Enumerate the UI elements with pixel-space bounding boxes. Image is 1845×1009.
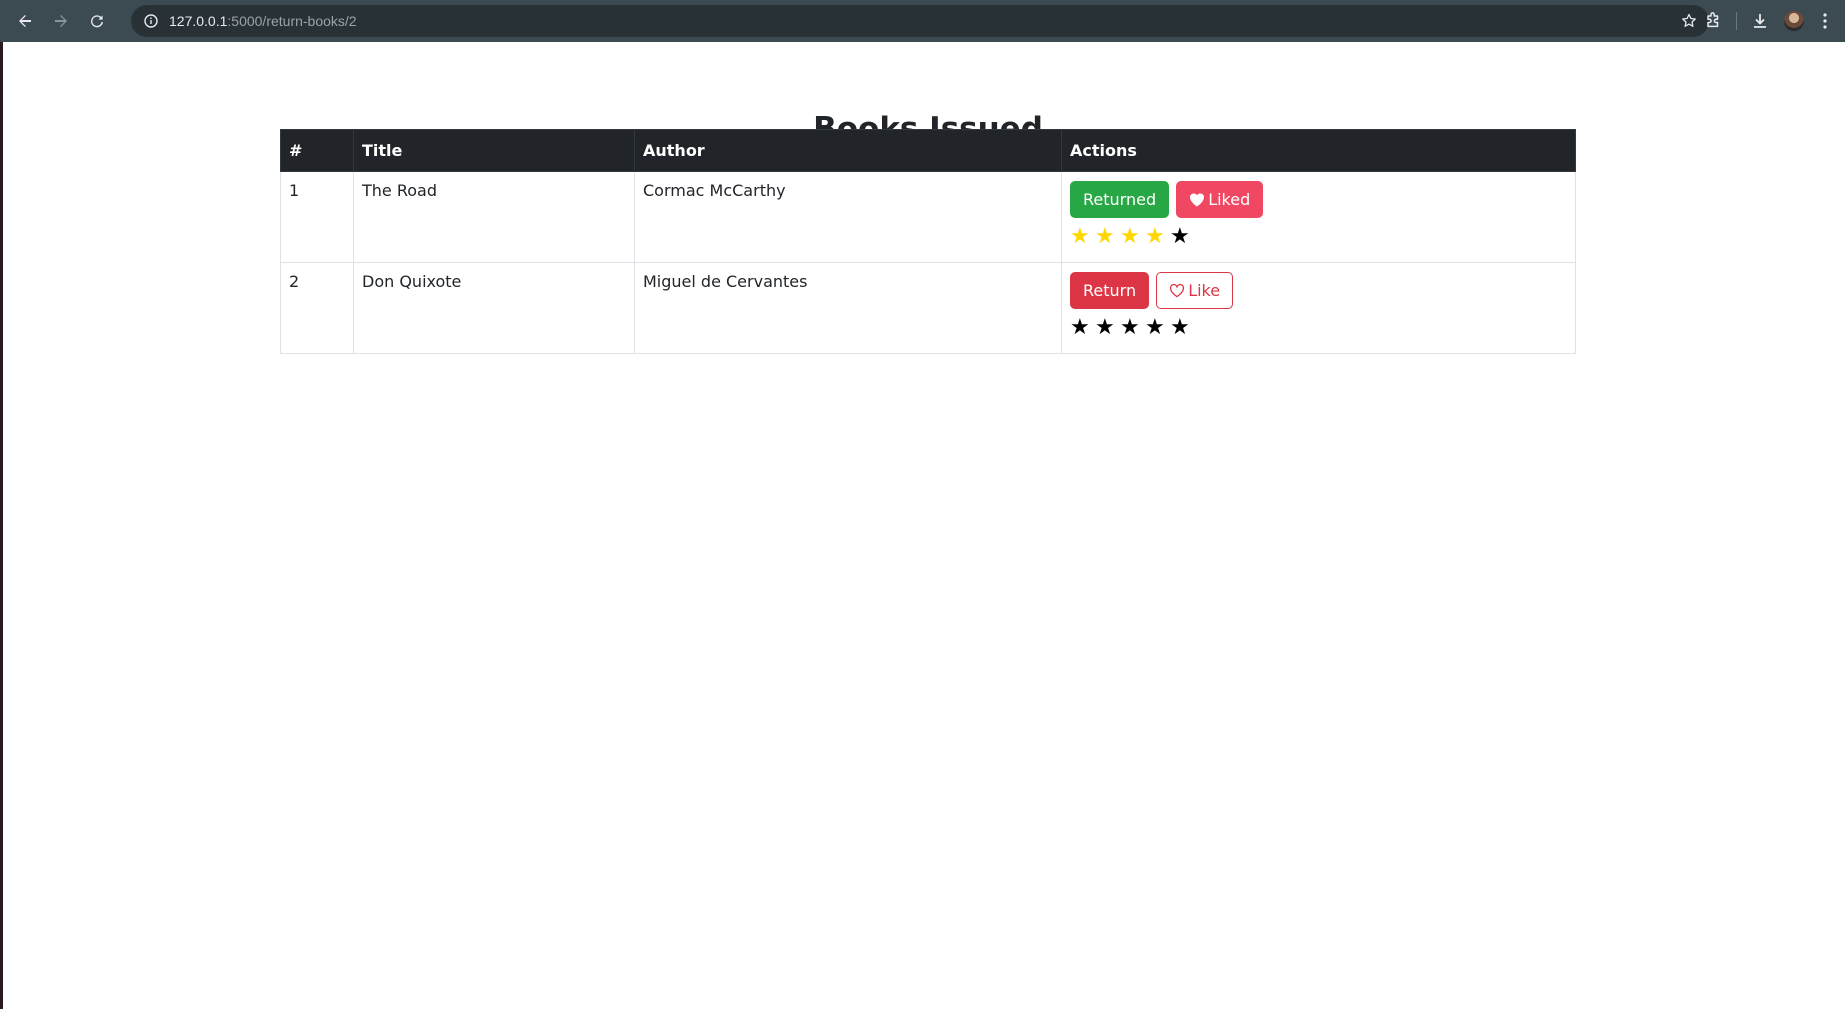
profile-avatar[interactable] (1777, 4, 1811, 38)
toolbar-divider (1736, 12, 1737, 30)
liked-button-label: Liked (1208, 190, 1251, 209)
header-number: # (280, 129, 354, 172)
heart-filled-icon (1189, 192, 1205, 207)
avatar-image (1784, 11, 1804, 31)
star-empty-icon[interactable]: ★ (1170, 224, 1195, 250)
star-empty-icon[interactable]: ★ (1145, 315, 1170, 341)
toolbar-right (1696, 0, 1845, 42)
book-title: Don Quixote (353, 262, 635, 354)
table-body: 1 The Road Cormac McCarthy Returned Like… (280, 171, 1576, 354)
star-rating: ★ ★ ★ ★ ★ (1070, 315, 1567, 341)
table-row: 1 The Road Cormac McCarthy Returned Like… (280, 171, 1576, 263)
forward-icon[interactable] (43, 3, 79, 39)
row-number: 1 (280, 171, 354, 263)
book-author: Miguel de Cervantes (634, 262, 1062, 354)
actions-cell: Return Like ★ ★ ★ ★ ★ (1061, 262, 1576, 354)
books-table: # Title Author Actions 1 The Road Cormac… (280, 129, 1576, 354)
table-row: 2 Don Quixote Miguel de Cervantes Return… (280, 262, 1576, 354)
url-host: 127.0.0.1 (169, 13, 228, 29)
star-empty-icon[interactable]: ★ (1070, 315, 1095, 341)
download-icon[interactable] (1743, 4, 1777, 38)
browser-toolbar: 127.0.0.1:5000/return-books/2 (0, 0, 1845, 42)
address-bar[interactable]: 127.0.0.1:5000/return-books/2 (131, 5, 1709, 37)
header-title: Title (353, 129, 635, 172)
return-button-label: Return (1083, 281, 1137, 300)
star-filled-icon[interactable]: ★ (1070, 224, 1095, 250)
star-filled-icon[interactable]: ★ (1145, 224, 1170, 250)
extensions-icon[interactable] (1696, 4, 1730, 38)
returned-button[interactable]: Returned (1070, 181, 1170, 218)
site-info-icon[interactable] (135, 5, 167, 37)
header-actions: Actions (1061, 129, 1576, 172)
page-content: Books Issued # Title Author Actions 1 Th… (3, 42, 1845, 1009)
star-empty-icon[interactable]: ★ (1170, 315, 1195, 341)
url-text[interactable]: 127.0.0.1:5000/return-books/2 (169, 13, 357, 29)
url-path: :5000/return-books/2 (227, 13, 357, 29)
return-button[interactable]: Return (1070, 272, 1150, 309)
book-author: Cormac McCarthy (634, 171, 1062, 263)
like-button[interactable]: Like (1156, 272, 1234, 309)
heart-outline-icon (1169, 283, 1185, 298)
menu-dots-icon[interactable] (1811, 4, 1839, 38)
star-filled-icon[interactable]: ★ (1095, 224, 1120, 250)
liked-button[interactable]: Liked (1176, 181, 1264, 218)
back-icon[interactable] (7, 3, 43, 39)
star-filled-icon[interactable]: ★ (1120, 224, 1145, 250)
book-title: The Road (353, 171, 635, 263)
row-number: 2 (280, 262, 354, 354)
star-rating: ★ ★ ★ ★ ★ (1070, 224, 1567, 250)
table-header-row: # Title Author Actions (280, 129, 1576, 172)
reload-icon[interactable] (79, 3, 115, 39)
actions-cell: Returned Liked ★ ★ ★ ★ ★ (1061, 171, 1576, 263)
returned-button-label: Returned (1083, 190, 1157, 209)
like-button-label: Like (1188, 281, 1221, 300)
table-header: # Title Author Actions (280, 129, 1576, 172)
header-author: Author (634, 129, 1062, 172)
star-empty-icon[interactable]: ★ (1095, 315, 1120, 341)
star-empty-icon[interactable]: ★ (1120, 315, 1145, 341)
